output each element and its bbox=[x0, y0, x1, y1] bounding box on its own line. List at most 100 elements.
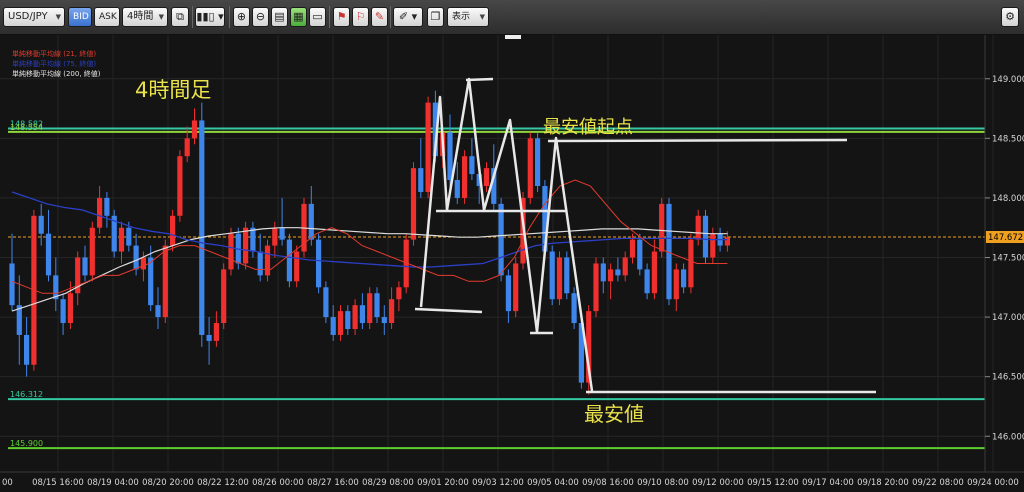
remove-indicator-icon[interactable]: ⚐ bbox=[352, 7, 369, 27]
candle-body bbox=[97, 197, 103, 228]
candle-body bbox=[118, 227, 125, 252]
candle-body bbox=[126, 227, 132, 246]
bar-chart-icon[interactable]: ▮▮▯ ▾ bbox=[195, 7, 225, 27]
pencil-icon[interactable]: ✐ ▾ bbox=[393, 7, 423, 27]
candle-body bbox=[615, 269, 621, 276]
candle-body bbox=[133, 245, 139, 270]
candle-body bbox=[608, 269, 614, 282]
toolbar: USD/JPY ▼ BID ASK 4時間 ▼ ⧉ ▮▮▯ ▾ ⊕ ⊖ ▤ ▦ ▭ … bbox=[0, 0, 1024, 35]
symbol-select[interactable]: USD/JPY ▼ bbox=[3, 7, 65, 27]
divider bbox=[329, 6, 330, 28]
candle-body bbox=[396, 287, 402, 300]
grid-icon[interactable]: ▤ bbox=[271, 7, 288, 27]
candle-body bbox=[367, 293, 373, 324]
add-indicator-icon[interactable]: ⚑ bbox=[333, 7, 350, 27]
timeframe-label: 4時間 bbox=[127, 11, 154, 22]
candle-body bbox=[374, 293, 380, 318]
candle-body bbox=[89, 227, 95, 276]
level-label: 145.900 bbox=[10, 439, 43, 448]
price-tick-label: 148.000 bbox=[992, 194, 1024, 204]
time-tick-label: 08/20 20:00 bbox=[142, 478, 194, 488]
candle-body bbox=[593, 263, 599, 312]
time-tick-label: 08/26 00:00 bbox=[252, 478, 304, 488]
candle-body bbox=[345, 311, 351, 329]
candle-body bbox=[447, 132, 453, 181]
indicator-settings-icon[interactable]: ✎ bbox=[371, 7, 388, 27]
legend-sma200: 単純移動平均線 (200, 終値) bbox=[12, 69, 101, 78]
candle-body bbox=[359, 305, 365, 324]
horizontal-drawing-line bbox=[465, 77, 494, 82]
price-tick-label: 147.000 bbox=[992, 313, 1024, 323]
settings-icon[interactable]: ⚙ bbox=[1001, 7, 1019, 27]
fx-chart-app: USD/JPY ▼ BID ASK 4時間 ▼ ⧉ ▮▮▯ ▾ ⊕ ⊖ ▤ ▦ ▭ … bbox=[0, 0, 1024, 492]
legend-sma21: 単純移動平均線 (21, 終値) bbox=[12, 49, 96, 58]
candle-body bbox=[162, 245, 168, 318]
annotation-lowest: 最安値 bbox=[584, 402, 644, 426]
candle-body bbox=[381, 317, 387, 324]
annotation-lowest-origin: 最安値起点 bbox=[543, 117, 633, 138]
candle-body bbox=[410, 168, 417, 240]
time-tick-label: 09/15 12:00 bbox=[747, 478, 799, 488]
price-chart[interactable]: 148.582148.554146.312145.900147.672 149.… bbox=[0, 35, 1024, 492]
display-menu[interactable]: 表示 ▼ bbox=[447, 7, 489, 27]
duplicate-icon[interactable]: ❐ bbox=[427, 7, 444, 27]
current-price-label: 147.672 bbox=[988, 233, 1023, 243]
ask-button[interactable]: ASK bbox=[94, 7, 120, 27]
divider bbox=[192, 6, 193, 28]
candle-body bbox=[702, 215, 709, 258]
candle-body bbox=[140, 257, 146, 270]
candle-body bbox=[199, 120, 205, 335]
candle-body bbox=[513, 263, 519, 312]
time-tick-label: 09/01 20:00 bbox=[417, 478, 469, 488]
candle-body bbox=[221, 269, 227, 324]
candle-body bbox=[206, 334, 212, 341]
candle-body bbox=[330, 317, 336, 335]
candle-body bbox=[148, 257, 154, 306]
candle-body bbox=[82, 257, 88, 276]
time-tick-label: 09/22 08:00 bbox=[912, 478, 964, 488]
candle-style-icon[interactable]: ▦ bbox=[290, 7, 307, 27]
price-tick-label: 146.000 bbox=[992, 432, 1024, 442]
candle-body bbox=[170, 215, 176, 246]
candle-body bbox=[600, 263, 606, 282]
bid-button[interactable]: BID bbox=[68, 7, 92, 27]
candle-body bbox=[469, 156, 475, 175]
candle-body bbox=[571, 293, 577, 324]
window-icon[interactable]: ▭ bbox=[309, 7, 326, 27]
candle-body bbox=[483, 168, 490, 186]
candle-body bbox=[535, 138, 541, 186]
candle-body bbox=[681, 269, 687, 288]
candle-body bbox=[45, 233, 52, 276]
candle-body bbox=[177, 156, 183, 216]
divider bbox=[390, 6, 391, 28]
candle-body bbox=[9, 263, 15, 306]
level-label: 148.554 bbox=[10, 123, 43, 132]
candle-body bbox=[308, 203, 314, 240]
candle-body bbox=[243, 227, 249, 264]
candle-body bbox=[527, 138, 533, 198]
zoom-in-icon[interactable]: ⊕ bbox=[233, 7, 250, 27]
candle-body bbox=[659, 203, 665, 252]
candle-body bbox=[38, 215, 44, 234]
candle-body bbox=[228, 233, 234, 270]
candle-body bbox=[323, 287, 329, 318]
zoom-out-icon[interactable]: ⊖ bbox=[252, 7, 269, 27]
timeframe-select[interactable]: 4時間 ▼ bbox=[122, 7, 168, 27]
legend-sma75: 単純移動平均線 (75, 終値) bbox=[12, 59, 96, 68]
time-tick-label: 09/10 08:00 bbox=[637, 478, 689, 488]
level-label: 146.312 bbox=[10, 390, 43, 399]
split-handle[interactable] bbox=[505, 35, 521, 39]
candle-body bbox=[60, 299, 66, 324]
candle-body bbox=[213, 323, 219, 341]
candle-body bbox=[264, 245, 271, 276]
candle-body bbox=[695, 215, 701, 240]
candle-body bbox=[549, 251, 555, 300]
candle-body bbox=[294, 251, 300, 282]
link-icon[interactable]: ⧉ bbox=[171, 7, 189, 27]
time-tick-label: 08/29 08:00 bbox=[362, 478, 414, 488]
time-tick-label: 09/05 04:00 bbox=[527, 478, 579, 488]
candle-body bbox=[191, 120, 198, 139]
time-tick-label: 08/27 16:00 bbox=[307, 478, 359, 488]
candle-body bbox=[418, 168, 424, 192]
display-label: 表示 bbox=[452, 12, 471, 22]
